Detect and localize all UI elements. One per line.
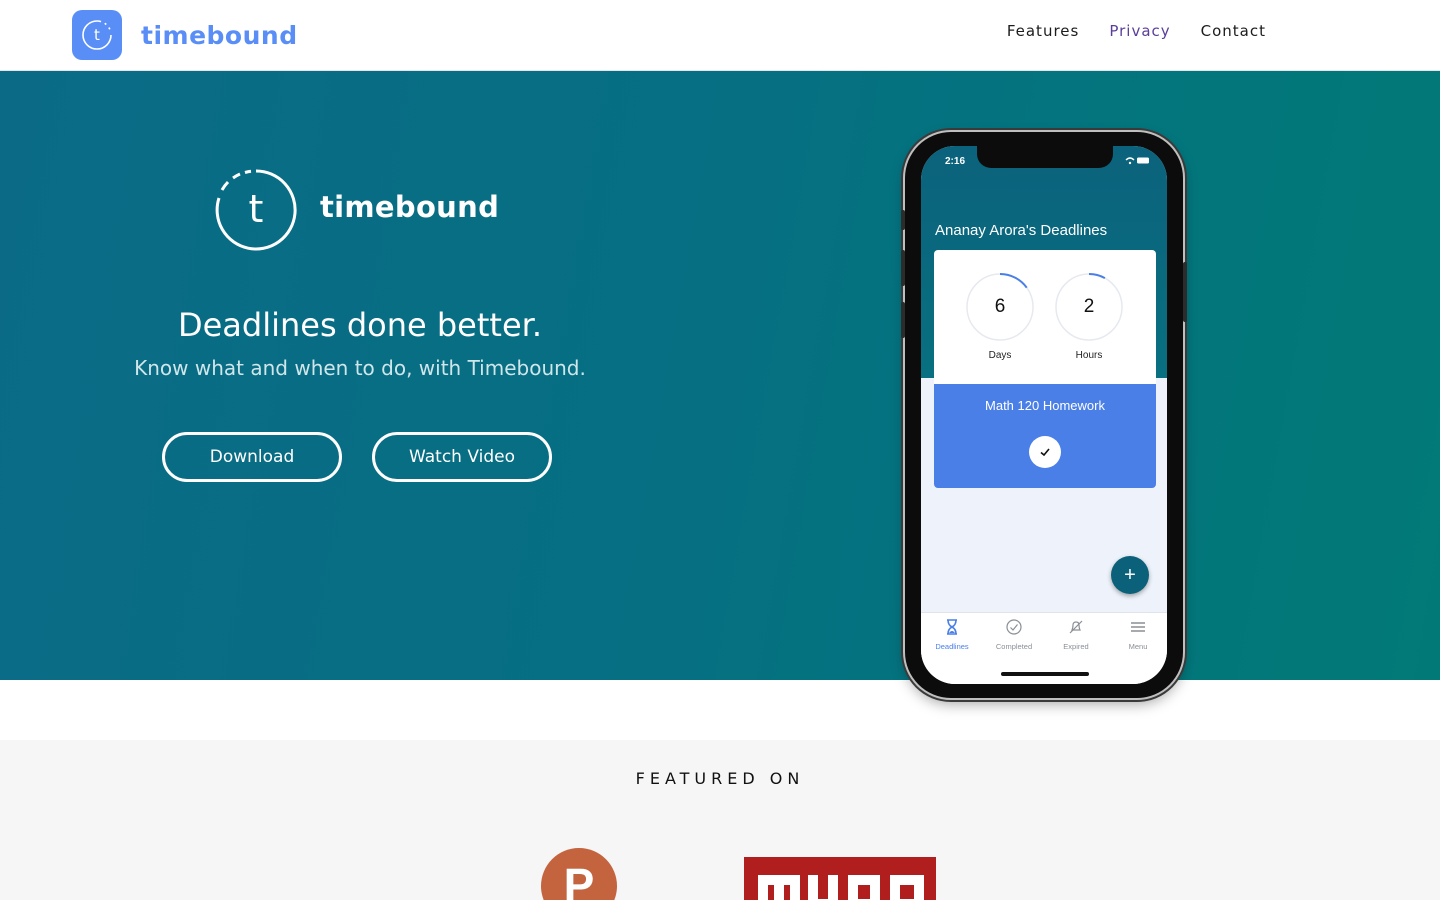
main-nav: Features Privacy Contact bbox=[1007, 22, 1266, 40]
status-icons bbox=[1125, 156, 1151, 167]
check-circle-icon bbox=[1006, 619, 1022, 635]
download-button[interactable]: Download bbox=[162, 432, 342, 482]
phone-screen: 2:16 Ananay Arora's Deadlines 6 Days 2 H… bbox=[921, 146, 1167, 684]
days-value: 6 bbox=[994, 296, 1006, 317]
phone-volume-up bbox=[901, 250, 905, 286]
tab-deadlines-label: Deadlines bbox=[935, 642, 969, 651]
featured-title: FEATURED ON bbox=[635, 769, 805, 788]
days-label: Days bbox=[988, 350, 1012, 361]
status-time: 2:16 bbox=[945, 156, 966, 167]
hero-subheadline: Know what and when to do, with Timebound… bbox=[134, 356, 586, 380]
tab-expired-label: Expired bbox=[1063, 642, 1089, 651]
wifi-battery-icon bbox=[1125, 157, 1149, 165]
nav-link-privacy[interactable]: Privacy bbox=[1109, 22, 1170, 40]
tab-menu[interactable]: Menu bbox=[1109, 619, 1167, 651]
featured-section: FEATURED ON P bbox=[0, 740, 1440, 900]
tab-completed-label: Completed bbox=[995, 642, 1033, 651]
hours-value: 2 bbox=[1083, 296, 1095, 317]
brand-name: timebound bbox=[141, 20, 298, 50]
hero-headline: Deadlines done better. bbox=[177, 306, 543, 344]
menu-icon bbox=[1131, 622, 1145, 632]
add-deadline-button[interactable]: + bbox=[1111, 556, 1149, 594]
nav-link-features[interactable]: Features bbox=[1007, 22, 1080, 40]
product-hunt-letter: P bbox=[563, 859, 595, 900]
tab-completed[interactable]: Completed bbox=[985, 619, 1043, 651]
home-indicator bbox=[1001, 672, 1089, 676]
phone-notch bbox=[977, 146, 1113, 168]
countdown-card: 6 Days 2 Hours bbox=[934, 250, 1156, 384]
hero-brand-name: timebound bbox=[320, 190, 500, 224]
hourglass-icon bbox=[947, 619, 957, 635]
brand-home-link[interactable]: t timebound bbox=[72, 10, 298, 60]
svg-text:t: t bbox=[249, 187, 264, 231]
checkmark-icon bbox=[1040, 448, 1050, 457]
phone-volume-down bbox=[901, 302, 905, 338]
muo-logo[interactable] bbox=[744, 857, 938, 900]
tab-deadlines[interactable]: Deadlines bbox=[923, 619, 981, 651]
hero-logo: t timebound bbox=[214, 168, 499, 252]
product-hunt-logo[interactable]: P bbox=[541, 848, 617, 900]
hours-label: Hours bbox=[1075, 350, 1103, 361]
tab-menu-label: Menu bbox=[1128, 642, 1148, 651]
phone-mockup: 2:16 Ananay Arora's Deadlines 6 Days 2 H… bbox=[901, 132, 1187, 698]
timebound-logo-icon: t bbox=[82, 20, 112, 50]
svg-text:t: t bbox=[94, 26, 100, 44]
bell-off-icon bbox=[1069, 620, 1083, 634]
phone-power-button bbox=[1183, 262, 1187, 322]
timebound-logo-icon: t bbox=[215, 169, 297, 251]
deadline-task-card[interactable]: Math 120 Homework bbox=[934, 384, 1156, 488]
app-icon: t bbox=[72, 10, 122, 60]
tab-expired[interactable]: Expired bbox=[1047, 619, 1105, 651]
nav-link-contact[interactable]: Contact bbox=[1201, 22, 1266, 40]
phone-mute-switch bbox=[901, 210, 905, 230]
task-name: Math 120 Homework bbox=[985, 398, 1105, 413]
deadlines-title: Ananay Arora's Deadlines bbox=[935, 222, 1108, 239]
top-navbar: t timebound Features Privacy Contact bbox=[0, 0, 1440, 71]
hero-section: t timebound Deadlines done better. Know … bbox=[0, 71, 1440, 680]
mark-complete-button[interactable] bbox=[1029, 436, 1061, 468]
watch-video-button[interactable]: Watch Video bbox=[372, 432, 552, 482]
